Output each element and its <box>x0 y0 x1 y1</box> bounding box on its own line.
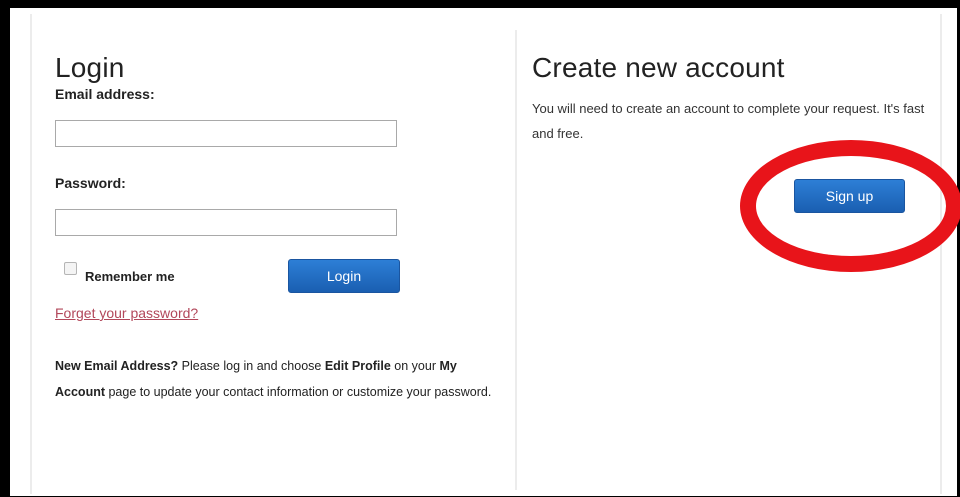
remember-me-checkbox[interactable] <box>64 262 77 275</box>
password-label: Password: <box>55 175 126 191</box>
info-edit-profile: Edit Profile <box>324 359 391 373</box>
email-field[interactable] <box>55 120 397 147</box>
info-new-email-heading: New Email Address? <box>55 359 179 373</box>
info-text-1: Please log in and choose <box>178 359 325 373</box>
login-button[interactable]: Login <box>288 259 400 293</box>
forgot-password-link[interactable]: Forget your password? <box>55 305 198 321</box>
info-text-3: page to update your contact information … <box>105 385 492 399</box>
email-label: Email address: <box>55 86 155 102</box>
column-divider <box>515 30 517 490</box>
create-account-title: Create new account <box>532 52 785 83</box>
info-text-2: on your <box>390 359 440 373</box>
remember-me-label: Remember me <box>85 269 175 284</box>
login-actions-row: Remember me Login <box>55 259 495 299</box>
highlight-circle-annotation <box>740 140 960 272</box>
new-email-info: New Email Address? Please log in and cho… <box>55 353 495 405</box>
login-section: Login Email address: Password: Remember … <box>55 52 495 405</box>
login-title: Login <box>55 52 125 83</box>
create-account-section: Create new account You will need to crea… <box>532 52 942 213</box>
create-account-description: You will need to create an account to co… <box>532 101 925 141</box>
password-field[interactable] <box>55 209 397 236</box>
